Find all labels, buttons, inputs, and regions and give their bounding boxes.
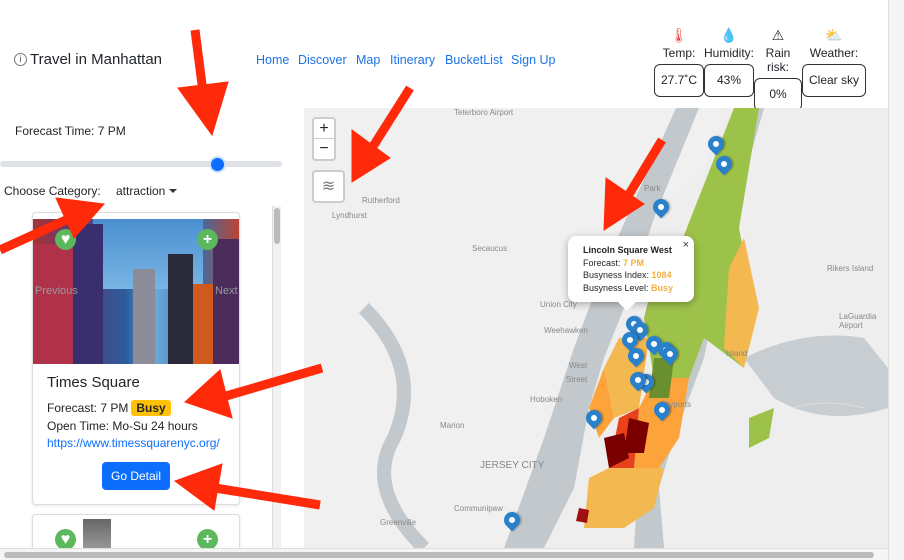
attraction-list[interactable]: Previous Next ♥ + Times Square Forecast:…	[26, 205, 282, 548]
zoom-control: + −	[312, 117, 336, 161]
district-popup: × Lincoln Square West Forecast: 7 PM Bus…	[568, 236, 694, 311]
attraction-open-time: Open Time: Mo-Su 24 hours	[47, 419, 198, 433]
district-polygon	[576, 508, 589, 523]
map-label: Park	[644, 184, 661, 193]
attraction-card: Previous Next ♥ + Times Square Forecast:…	[32, 212, 240, 505]
popup-forecast-value: 7 PM	[623, 257, 645, 268]
nav-discover[interactable]: Discover	[298, 53, 347, 67]
slider-thumb[interactable]	[211, 158, 224, 171]
humidity-value: 43%	[704, 64, 754, 97]
map-label: Marion	[440, 421, 465, 430]
attraction-image	[83, 519, 111, 548]
favorite-heart-button[interactable]: ♥	[55, 229, 76, 250]
popup-index-label: Busyness Index:	[583, 270, 652, 280]
layers-button[interactable]: ≋	[312, 170, 345, 203]
carousel-previous[interactable]: Previous	[35, 285, 78, 297]
popup-index: Busyness Index: 1084	[583, 269, 694, 282]
nav-itinerary[interactable]: Itinerary	[390, 53, 435, 67]
map-label: Hoboken	[530, 395, 563, 404]
map-label: Weehawken	[544, 326, 588, 335]
weather-humidity: 💧 Humidity: 43%	[704, 26, 754, 97]
map-label: Lyndhurst	[332, 211, 367, 220]
map-label: JERSEY CITY	[480, 460, 545, 471]
arrow-annotation	[177, 29, 229, 137]
attraction-card: ♥ +	[32, 514, 240, 548]
map-label: LaGuardia Airport	[839, 312, 877, 330]
attraction-forecast: Forecast: 7 PM Busy	[47, 400, 171, 416]
rain-value: 0%	[754, 78, 802, 111]
zoom-in-button[interactable]: +	[314, 119, 334, 139]
forecast-text: Forecast: 7 PM	[47, 401, 129, 415]
weather-condition: ⛅ Weather: Clear sky	[802, 26, 866, 97]
popup-level-value: Busy	[651, 282, 674, 293]
map-label: Street	[566, 375, 588, 384]
popup-level: Busyness Level: Busy	[583, 282, 694, 295]
popup-index-value: 1084	[651, 270, 672, 280]
map-label: Secaucus	[472, 244, 508, 253]
layers-icon: ≋	[321, 178, 336, 195]
temp-value: 27.7˚C	[654, 64, 704, 97]
weather-value: Clear sky	[802, 64, 866, 97]
map-base	[304, 108, 888, 548]
busyness-badge: Busy	[131, 400, 171, 416]
map-view[interactable]: Teterboro Airport Rutherford Lyndhurst S…	[304, 108, 888, 548]
carousel-next[interactable]: Next	[215, 285, 238, 297]
page-scrollbar[interactable]	[888, 0, 904, 560]
horizontal-scrollbar[interactable]	[0, 548, 888, 560]
popup-forecast: Forecast: 7 PM	[583, 257, 694, 270]
attraction-name: Times Square	[47, 374, 140, 391]
nav-map[interactable]: Map	[356, 53, 380, 67]
category-label: Choose Category:	[4, 184, 101, 198]
thermometer-icon: 🌡	[670, 27, 688, 43]
popup-forecast-label: Forecast:	[583, 257, 624, 268]
weather-temp: 🌡 Temp: 27.7˚C	[654, 26, 704, 97]
list-scrollbar[interactable]	[272, 206, 281, 548]
zoom-out-button[interactable]: −	[314, 139, 334, 159]
temp-label: Temp:	[662, 46, 696, 60]
map-label: Union City	[540, 300, 577, 309]
warning-icon: ⚠	[771, 27, 785, 43]
weather-rain: ⚠ Rain risk: 0%	[754, 26, 802, 111]
nav-home[interactable]: Home	[256, 53, 289, 67]
popup-title: Lincoln Square West	[583, 245, 672, 255]
nav-bucketlist[interactable]: BucketList	[445, 53, 503, 67]
add-to-itinerary-button[interactable]: +	[197, 229, 218, 250]
category-dropdown[interactable]: attraction	[116, 184, 177, 198]
map-label: Communipaw	[454, 504, 503, 513]
attraction-website-link[interactable]: https://www.timessquarenyc.org/	[47, 436, 220, 450]
favorite-heart-button[interactable]: ♥	[55, 529, 76, 548]
humidity-label: Humidity:	[704, 46, 755, 60]
map-label: West	[569, 361, 588, 370]
humidity-drop-icon: 💧	[720, 27, 738, 43]
go-detail-button[interactable]: Go Detail	[102, 462, 170, 490]
map-label: Teterboro Airport	[454, 108, 514, 117]
popup-level-label: Busyness Level:	[583, 282, 652, 293]
weather-label: Weather:	[809, 46, 859, 60]
map-label: Island	[726, 349, 748, 358]
sun-cloud-icon: ⛅	[825, 27, 843, 43]
forecast-time-slider[interactable]	[0, 161, 282, 167]
popup-close-button[interactable]: ×	[683, 239, 689, 252]
map-label: Greenville	[380, 518, 417, 527]
info-icon: i	[14, 53, 27, 66]
map-label: Rutherford	[362, 196, 400, 205]
district-polygon	[749, 408, 774, 448]
add-to-itinerary-button[interactable]: +	[197, 529, 218, 548]
nav-sign-up[interactable]: Sign Up	[511, 53, 555, 67]
app-title-text: Travel in Manhattan	[30, 51, 163, 68]
rain-label: Rain risk:	[765, 46, 791, 74]
map-label: Rikers Island	[827, 264, 874, 273]
app-title[interactable]: i Travel in Manhattan	[14, 51, 162, 68]
forecast-time-label: Forecast Time: 7 PM	[15, 124, 126, 138]
